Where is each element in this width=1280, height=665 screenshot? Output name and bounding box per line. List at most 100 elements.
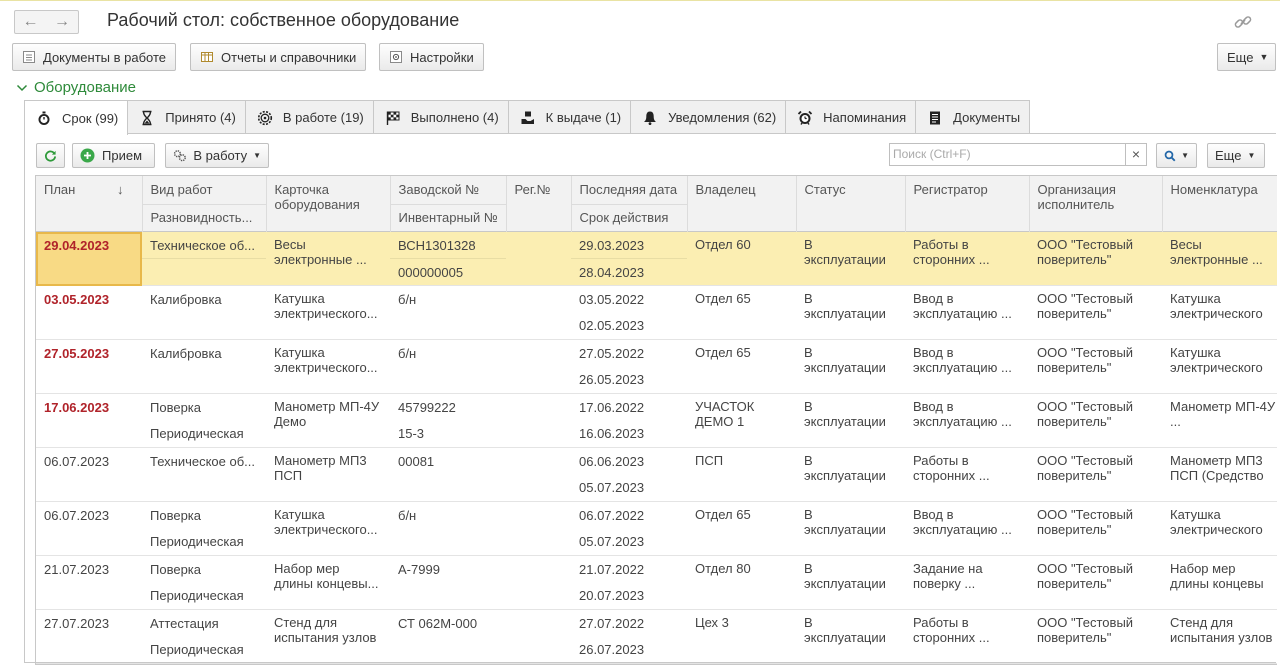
table-row[interactable]: 03.05.2023 Калибровка Катушка электричес… (36, 285, 1277, 340)
cell-nomenclature[interactable]: Манометр МП3 ПСП (Средство (1162, 447, 1277, 502)
table-row[interactable]: 27.07.2023 Аттестация Периодическая Стенд… (36, 609, 1277, 664)
cell-serial[interactable]: 45799222 15-3 (390, 393, 506, 448)
table-row[interactable]: 06.07.2023 Поверка Периодическая Катушка … (36, 501, 1277, 556)
cell-card[interactable]: Катушка электрического... (266, 501, 390, 556)
cell-org[interactable]: ООО "Тестовый поверитель" (1029, 393, 1162, 448)
cell-registrar[interactable]: Работы в сторонних ... (905, 447, 1029, 502)
settings-button[interactable]: Настройки (379, 43, 484, 71)
cell-owner[interactable]: Цех 3 (687, 609, 796, 664)
cell-status[interactable]: В эксплуатации (796, 501, 905, 556)
tab-to-issue[interactable]: К выдаче (1) (507, 100, 632, 134)
cell-status[interactable]: В эксплуатации (796, 231, 905, 286)
cell-serial[interactable]: б/н (390, 339, 506, 394)
cell-registrar[interactable]: Ввод в эксплуатацию ... (905, 393, 1029, 448)
cell-org[interactable]: ООО "Тестовый поверитель" (1029, 609, 1162, 664)
cell-status[interactable]: В эксплуатации (796, 393, 905, 448)
cell-work-type[interactable]: Поверка Периодическая (142, 555, 266, 610)
cell-owner[interactable]: УЧАСТОК ДЕМО 1 (687, 393, 796, 448)
cell-reg[interactable] (506, 339, 571, 394)
cell-status[interactable]: В эксплуатации (796, 447, 905, 502)
receive-button[interactable]: Прием (72, 143, 155, 168)
cell-last-date[interactable]: 06.07.2022 05.07.2023 (571, 501, 687, 556)
column-header-status[interactable]: Статус (796, 176, 906, 232)
cell-card[interactable]: Катушка электрического... (266, 285, 390, 340)
to-work-button[interactable]: В работу ▼ (165, 143, 269, 168)
table-row[interactable]: 21.07.2023 Поверка Периодическая Набор ме… (36, 555, 1277, 610)
cell-card[interactable]: Набор мер длины концевы... (266, 555, 390, 610)
column-header-work-type[interactable]: Вид работ Разновидность... (142, 176, 267, 232)
cell-work-type[interactable]: Калибровка (142, 285, 266, 340)
cell-work-type[interactable]: Калибровка (142, 339, 266, 394)
column-header-serial[interactable]: Заводской № Инвентарный № (390, 176, 507, 232)
cell-registrar[interactable]: Работы в сторонних ... (905, 609, 1029, 664)
column-header-org[interactable]: Организация исполнитель (1029, 176, 1163, 232)
cell-org[interactable]: ООО "Тестовый поверитель" (1029, 285, 1162, 340)
cell-plan[interactable]: 27.07.2023 (36, 609, 142, 664)
refresh-button[interactable] (36, 143, 65, 168)
column-header-card[interactable]: Карточка оборудования (266, 176, 391, 232)
cell-last-date[interactable]: 17.06.2022 16.06.2023 (571, 393, 687, 448)
back-button[interactable]: ← (14, 10, 47, 34)
cell-work-type[interactable]: Поверка Периодическая (142, 501, 266, 556)
tab-done[interactable]: Выполнено (4) (372, 100, 509, 134)
cell-reg[interactable] (506, 285, 571, 340)
column-header-owner[interactable]: Владелец (687, 176, 797, 232)
cell-registrar[interactable]: Ввод в эксплуатацию ... (905, 501, 1029, 556)
cell-owner[interactable]: Отдел 65 (687, 285, 796, 340)
cell-serial[interactable]: ВСН1301328 000000005 (390, 231, 506, 286)
cell-last-date[interactable]: 03.05.2022 02.05.2023 (571, 285, 687, 340)
table-row[interactable]: 27.05.2023 Калибровка Катушка электричес… (36, 339, 1277, 394)
cell-org[interactable]: ООО "Тестовый поверитель" (1029, 231, 1162, 286)
search-options-button[interactable]: ▼ (1156, 143, 1197, 168)
panel-more-button[interactable]: Еще ▼ (1207, 143, 1265, 168)
cell-plan[interactable]: 17.06.2023 (36, 393, 142, 448)
cell-owner[interactable]: Отдел 60 (687, 231, 796, 286)
cell-owner[interactable]: Отдел 65 (687, 339, 796, 394)
more-button[interactable]: Еще ▼ (1217, 43, 1276, 71)
cell-serial[interactable]: 00081 (390, 447, 506, 502)
column-header-registrar[interactable]: Регистратор (905, 176, 1030, 232)
search-clear-button[interactable]: × (1125, 143, 1147, 166)
cell-org[interactable]: ООО "Тестовый поверитель" (1029, 555, 1162, 610)
cell-plan[interactable]: 29.04.2023 (36, 231, 142, 286)
cell-serial[interactable]: СТ 062М-000 (390, 609, 506, 664)
cell-last-date[interactable]: 27.05.2022 26.05.2023 (571, 339, 687, 394)
cell-serial[interactable]: б/н (390, 501, 506, 556)
cell-card[interactable]: Манометр МП3 ПСП (266, 447, 390, 502)
cell-serial[interactable]: б/н (390, 285, 506, 340)
cell-card[interactable]: Манометр МП-4У Демо (266, 393, 390, 448)
cell-nomenclature[interactable]: Стенд для испытания узлов (1162, 609, 1277, 664)
cell-card[interactable]: Весы электронные ... (266, 231, 390, 286)
equipment-section-toggle[interactable]: Оборудование (16, 79, 136, 96)
reports-button[interactable]: Отчеты и справочники (190, 43, 367, 71)
tab-documents[interactable]: Документы (915, 100, 1031, 134)
cell-reg[interactable] (506, 609, 571, 664)
cell-registrar[interactable]: Задание на поверку ... (905, 555, 1029, 610)
column-header-nomenclature[interactable]: Номенклатура (1162, 176, 1277, 232)
cell-owner[interactable]: Отдел 80 (687, 555, 796, 610)
documents-in-work-button[interactable]: Документы в работе (12, 43, 177, 71)
cell-nomenclature[interactable]: Катушка электрического (1162, 501, 1277, 556)
cell-status[interactable]: В эксплуатации (796, 555, 905, 610)
cell-reg[interactable] (506, 447, 571, 502)
cell-plan[interactable]: 03.05.2023 (36, 285, 142, 340)
tab-term[interactable]: Срок (99) (24, 100, 129, 135)
search-input[interactable]: Поиск (Ctrl+F) (889, 143, 1147, 166)
tab-accepted[interactable]: Принято (4) (127, 100, 246, 134)
cell-nomenclature[interactable]: Катушка электрического (1162, 339, 1277, 394)
cell-last-date[interactable]: 21.07.2022 20.07.2023 (571, 555, 687, 610)
forward-button[interactable]: → (46, 10, 79, 34)
cell-org[interactable]: ООО "Тестовый поверитель" (1029, 447, 1162, 502)
table-row[interactable]: 17.06.2023 Поверка Периодическая Манометр… (36, 393, 1277, 448)
cell-card[interactable]: Стенд для испытания узлов (266, 609, 390, 664)
table-row[interactable]: 06.07.2023 Техническое об... Манометр МП… (36, 447, 1277, 502)
cell-last-date[interactable]: 29.03.2023 28.04.2023 (571, 231, 687, 286)
tab-in-work[interactable]: В работе (19) (244, 100, 374, 134)
cell-owner[interactable]: ПСП (687, 447, 796, 502)
cell-work-type[interactable]: Техническое об... (142, 447, 266, 502)
cell-org[interactable]: ООО "Тестовый поверитель" (1029, 501, 1162, 556)
cell-owner[interactable]: Отдел 65 (687, 501, 796, 556)
cell-card[interactable]: Катушка электрического... (266, 339, 390, 394)
cell-nomenclature[interactable]: Набор мер длины концевы (1162, 555, 1277, 610)
tab-reminders[interactable]: Напоминания (785, 100, 917, 134)
